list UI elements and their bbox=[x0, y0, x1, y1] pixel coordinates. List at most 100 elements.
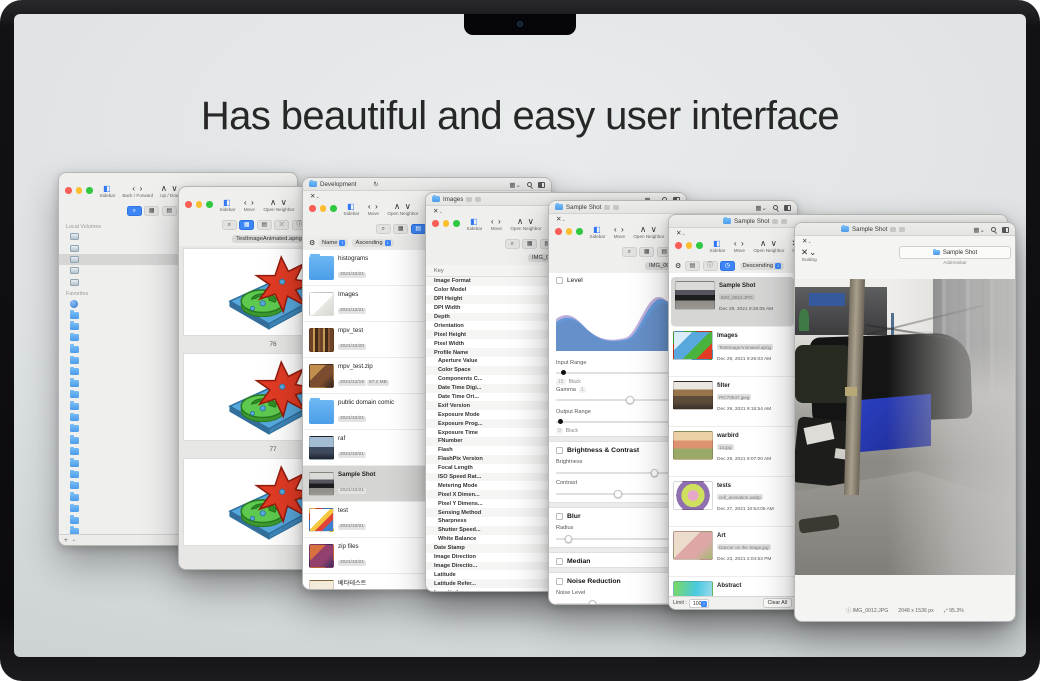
search-icon[interactable] bbox=[773, 205, 778, 210]
history-item[interactable]: Art Dancer on the Stage.jpg Dec 23, 2021… bbox=[669, 527, 796, 577]
minimize-button[interactable] bbox=[565, 228, 572, 235]
brightness-contrast-checkbox[interactable] bbox=[556, 447, 563, 454]
traffic-lights[interactable] bbox=[65, 184, 93, 194]
open-neighbor-buttons[interactable]: ∧ ∨ Open Neighbor bbox=[510, 217, 541, 232]
zoom-button[interactable] bbox=[86, 187, 93, 194]
move-buttons[interactable]: ‹ › Move bbox=[489, 217, 503, 232]
segment-grid-icon[interactable]: ▦ bbox=[393, 223, 409, 234]
segment-list-icon[interactable]: ▤ bbox=[685, 260, 700, 271]
open-neighbor-buttons[interactable]: ∧ ∨ Open Neighbor bbox=[753, 239, 784, 254]
segment-shuffle-icon[interactable]: ⤫ bbox=[274, 219, 290, 230]
zoom-button[interactable] bbox=[453, 220, 460, 227]
segment-grid-icon[interactable]: ▦ bbox=[639, 246, 655, 257]
slider-thumb[interactable] bbox=[626, 396, 634, 404]
segment-browse-icon[interactable]: ⌕ bbox=[126, 205, 142, 216]
scaling-button[interactable]: ✕⌄ bbox=[802, 237, 812, 245]
open-neighbor-buttons[interactable]: ∧ ∨ Open Neighbor bbox=[387, 202, 418, 217]
up-down-buttons[interactable]: ∧ ∨ Up / Dow bbox=[160, 184, 179, 199]
segment-browse-icon[interactable]: ⌕ bbox=[621, 246, 637, 257]
zoom-button[interactable] bbox=[330, 205, 337, 212]
thumbnail-grid-icon[interactable]: ▦⌄ bbox=[973, 226, 985, 234]
scaling-button[interactable]: ✕⌄ bbox=[676, 229, 686, 237]
sort-order-pill[interactable]: Descending ↕ bbox=[739, 261, 785, 270]
close-button[interactable] bbox=[185, 201, 192, 208]
zoom-button[interactable] bbox=[576, 228, 583, 235]
scaling-button[interactable]: ✕⌄ bbox=[310, 192, 320, 200]
segment-browse-icon[interactable]: ⌕ bbox=[375, 223, 391, 234]
output-black-value[interactable]: 0 bbox=[556, 428, 563, 434]
scaling-tool-button[interactable]: ✕⌄Scaling bbox=[801, 248, 817, 263]
sort-order-pill[interactable]: Ascending ↕ bbox=[352, 239, 394, 247]
titlebar[interactable]: Sample Shot ▦⌄ bbox=[795, 223, 1015, 236]
segment-browse-icon[interactable]: ⌕ bbox=[504, 238, 520, 249]
sort-name-pill[interactable]: Name ↕ bbox=[319, 239, 349, 247]
segment-grid-icon[interactable]: ▦ bbox=[144, 205, 160, 216]
history-item[interactable]: tests cell_animation.webp Dec 27, 2021 1… bbox=[669, 477, 796, 527]
scaling-button[interactable]: ✕⌄ bbox=[433, 207, 443, 215]
move-buttons[interactable]: ‹ › Move bbox=[612, 225, 626, 240]
move-buttons[interactable]: ‹ › Move bbox=[732, 239, 746, 254]
limit-input[interactable]: 100 ↕ bbox=[688, 598, 709, 608]
traffic-lights[interactable] bbox=[675, 239, 703, 249]
blur-checkbox[interactable] bbox=[556, 513, 563, 520]
segment-browse-icon[interactable]: ⌕ bbox=[221, 219, 237, 230]
search-icon[interactable] bbox=[991, 227, 996, 232]
history-item[interactable]: Abstract bbox=[669, 577, 796, 597]
slider-thumb[interactable] bbox=[560, 370, 566, 376]
sidebar-toggle-button[interactable]: ◧ Sidebar bbox=[100, 184, 116, 198]
noise-reduction-checkbox[interactable] bbox=[556, 578, 563, 585]
minimize-button[interactable] bbox=[442, 220, 449, 227]
minimize-button[interactable] bbox=[195, 201, 202, 208]
history-item[interactable]: Sample Shot IMG_0012.JPG Dec 29, 2021 9:… bbox=[671, 277, 794, 327]
titlebar[interactable]: Sample Shot ▦⌄ bbox=[549, 201, 797, 214]
back-forward-buttons[interactable]: ‹ › Back / Forward bbox=[122, 184, 153, 199]
traffic-lights[interactable] bbox=[309, 202, 337, 212]
close-button[interactable] bbox=[65, 187, 72, 194]
window-photo[interactable]: Sample Shot ▦⌄ ✕⌄ ✕⌄ Scaling Sample Shot … bbox=[794, 222, 1016, 622]
sidebar-toggle-button[interactable]: ◧ Sidebar bbox=[220, 198, 236, 212]
open-neighbor-buttons[interactable]: ∧ ∨ Open Neighbor bbox=[633, 225, 664, 240]
slider-thumb[interactable] bbox=[588, 600, 597, 604]
panel-toggle-icon[interactable] bbox=[538, 181, 545, 188]
zoom-button[interactable] bbox=[696, 242, 703, 249]
zoom-button[interactable] bbox=[206, 201, 213, 208]
scaling-button[interactable]: ✕⌄ bbox=[556, 215, 566, 223]
search-icon[interactable] bbox=[527, 182, 532, 187]
open-neighbor-buttons[interactable]: ∧ ∨ Open Neighbor bbox=[263, 198, 294, 213]
minimize-button[interactable] bbox=[685, 242, 692, 249]
segment-list-icon[interactable]: ▤ bbox=[161, 205, 177, 216]
gear-icon[interactable]: ⚙ bbox=[309, 239, 315, 247]
traffic-lights[interactable] bbox=[185, 198, 213, 208]
panel-toggle-icon[interactable] bbox=[1002, 226, 1009, 233]
stepper-icon[interactable]: ↕ bbox=[701, 600, 707, 607]
history-item[interactable]: filter PIC70047.jpeg Dec 29, 2021 9:15:5… bbox=[669, 377, 796, 427]
gamma-value[interactable]: 1 bbox=[578, 387, 586, 393]
sidebar-toggle-button[interactable]: ◧ Sidebar bbox=[590, 225, 606, 239]
level-checkbox[interactable] bbox=[556, 277, 563, 284]
segment-grid-icon[interactable]: ▦ bbox=[522, 238, 538, 249]
titlebar[interactable]: Development ↻ ▦⌄ bbox=[303, 178, 551, 191]
slider-thumb[interactable] bbox=[564, 535, 573, 543]
median-checkbox[interactable] bbox=[556, 558, 563, 565]
segment-list-icon[interactable]: ▤ bbox=[410, 223, 426, 234]
slider-thumb[interactable] bbox=[558, 419, 564, 425]
thumbnail-grid-icon[interactable]: ▦⌄ bbox=[755, 204, 767, 212]
sidebar-toggle-button[interactable]: ◧ Sidebar bbox=[344, 202, 360, 216]
slider-thumb[interactable] bbox=[614, 490, 622, 498]
segment-grid-icon[interactable]: ▦ bbox=[239, 219, 255, 230]
traffic-lights[interactable] bbox=[555, 225, 583, 235]
segment-info-icon[interactable]: ⓘ bbox=[702, 260, 718, 271]
close-button[interactable] bbox=[555, 228, 562, 235]
segment-history-icon[interactable]: ◷ bbox=[720, 260, 735, 271]
thumbnail-grid-icon[interactable]: ▦⌄ bbox=[509, 181, 521, 189]
move-buttons[interactable]: ‹ › Move bbox=[366, 202, 380, 217]
reload-icon[interactable]: ↻ bbox=[373, 181, 378, 188]
close-button[interactable] bbox=[675, 242, 682, 249]
panel-toggle-icon[interactable] bbox=[784, 204, 791, 211]
traffic-lights[interactable] bbox=[432, 217, 460, 227]
slider-thumb[interactable] bbox=[650, 469, 659, 477]
history-item[interactable]: Images TestImageAnimated.apng Dec 29, 20… bbox=[669, 327, 796, 377]
close-button[interactable] bbox=[309, 205, 316, 212]
clear-all-button[interactable]: Clear All bbox=[762, 598, 792, 608]
close-button[interactable] bbox=[432, 220, 439, 227]
